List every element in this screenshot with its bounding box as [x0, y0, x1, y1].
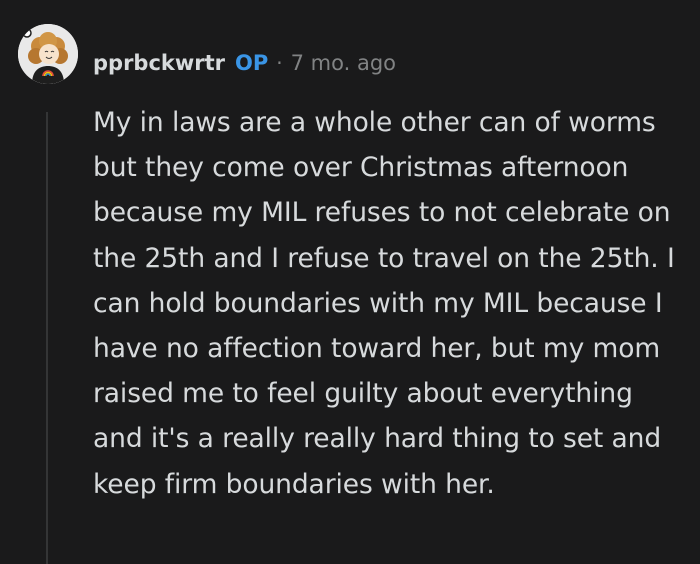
avatar[interactable]	[18, 24, 78, 84]
thread-line[interactable]	[46, 112, 48, 564]
comment-body: My in laws are a whole other can of worm…	[93, 100, 689, 507]
username[interactable]: pprbckwrtr	[93, 51, 225, 75]
comment-text: My in laws are a whole other can of worm…	[93, 107, 675, 500]
op-badge: OP	[235, 51, 269, 75]
comment: pprbckwrtr OP · 7 mo. ago My in laws are…	[0, 0, 700, 564]
timestamp[interactable]: 7 mo. ago	[291, 51, 396, 75]
meta-separator: ·	[276, 51, 283, 75]
comment-header: pprbckwrtr OP · 7 mo. ago	[93, 46, 396, 80]
avatar-icon	[18, 24, 78, 84]
